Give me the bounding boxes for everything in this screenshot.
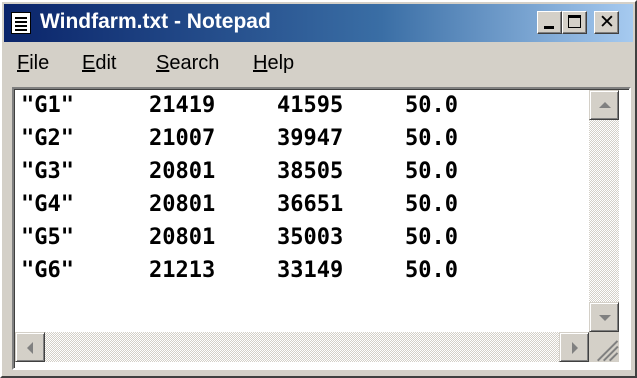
value: 50.0 — [405, 225, 458, 250]
arrow-right-icon — [572, 342, 578, 354]
arrow-up-icon — [599, 102, 611, 108]
text-line: "G4" 20801 36651 50.0 — [21, 192, 458, 225]
generator-id: "G6" — [21, 258, 74, 283]
text-line: "G6" 21213 33149 50.0 — [21, 258, 458, 291]
vertical-scrollbar[interactable] — [589, 90, 619, 332]
y-coordinate: 39947 — [277, 126, 344, 151]
y-coordinate: 38505 — [277, 159, 344, 184]
generator-id: "G5" — [21, 225, 74, 250]
notepad-window: Windfarm.txt - Notepad ✕ File Edit Searc… — [0, 0, 637, 378]
menu-file-mnemonic: F — [17, 52, 30, 74]
notepad-icon[interactable] — [11, 12, 31, 34]
y-coordinate: 36651 — [277, 192, 344, 217]
menu-file-label: ile — [29, 52, 50, 74]
value: 50.0 — [405, 192, 458, 217]
notepad-icon-line — [15, 25, 27, 27]
generator-id: "G4" — [21, 192, 74, 217]
close-icon: ✕ — [599, 11, 615, 33]
notepad-icon-line — [15, 21, 27, 23]
menu-help-label: elp — [267, 52, 295, 74]
resize-grip-icon[interactable] — [589, 332, 619, 362]
horizontal-scrollbar[interactable] — [15, 332, 589, 362]
maximize-icon — [568, 15, 581, 28]
menu-help-mnemonic: H — [253, 52, 268, 74]
generator-id: "G3" — [21, 159, 74, 184]
x-coordinate: 20801 — [149, 192, 216, 217]
editor-frame: "G1" 21419 41595 50.0 "G2" 21007 39947 5… — [12, 87, 631, 370]
x-coordinate: 21419 — [149, 93, 216, 118]
x-coordinate: 21213 — [149, 258, 216, 283]
x-coordinate: 21007 — [149, 126, 216, 151]
scroll-left-button[interactable] — [15, 332, 45, 362]
arrow-down-icon — [599, 315, 611, 321]
y-coordinate: 33149 — [277, 258, 344, 283]
text-line: "G2" 21007 39947 50.0 — [21, 126, 458, 159]
menu-search-label: earch — [169, 52, 220, 74]
value: 50.0 — [405, 258, 458, 283]
text-line: "G1" 21419 41595 50.0 — [21, 93, 458, 126]
menu-help[interactable]: Help — [253, 52, 294, 75]
menu-file[interactable]: File — [17, 52, 49, 75]
generator-id: "G1" — [21, 93, 74, 118]
x-coordinate: 20801 — [149, 225, 216, 250]
minimize-button[interactable] — [537, 11, 562, 34]
maximize-button[interactable] — [562, 11, 587, 34]
x-coordinate: 20801 — [149, 159, 216, 184]
notepad-icon-line — [15, 29, 27, 31]
text-line: "G3" 20801 38505 50.0 — [21, 159, 458, 192]
arrow-left-icon — [27, 342, 33, 354]
value: 50.0 — [405, 126, 458, 151]
y-coordinate: 35003 — [277, 225, 344, 250]
title-bar[interactable]: Windfarm.txt - Notepad ✕ — [4, 4, 633, 42]
scroll-down-button[interactable] — [589, 302, 619, 332]
menu-edit-mnemonic: E — [82, 52, 96, 74]
text-editor[interactable]: "G1" 21419 41595 50.0 "G2" 21007 39947 5… — [15, 90, 589, 332]
notepad-icon-line — [15, 17, 27, 19]
scroll-right-button[interactable] — [559, 332, 589, 362]
menu-search[interactable]: Search — [156, 52, 219, 75]
window-title: Windfarm.txt - Notepad — [40, 10, 271, 33]
value: 50.0 — [405, 159, 458, 184]
menu-edit-label: dit — [95, 52, 117, 74]
generator-id: "G2" — [21, 126, 74, 151]
value: 50.0 — [405, 93, 458, 118]
editor-inner-border: "G1" 21419 41595 50.0 "G2" 21007 39947 5… — [14, 89, 629, 368]
menu-search-mnemonic: S — [156, 52, 170, 74]
text-line: "G5" 20801 35003 50.0 — [21, 225, 458, 258]
minimize-icon — [544, 26, 554, 29]
menu-bar: File Edit Search Help — [4, 43, 633, 81]
y-coordinate: 41595 — [277, 93, 344, 118]
menu-edit[interactable]: Edit — [82, 52, 116, 75]
scroll-up-button[interactable] — [589, 90, 619, 120]
close-button[interactable]: ✕ — [594, 11, 619, 34]
